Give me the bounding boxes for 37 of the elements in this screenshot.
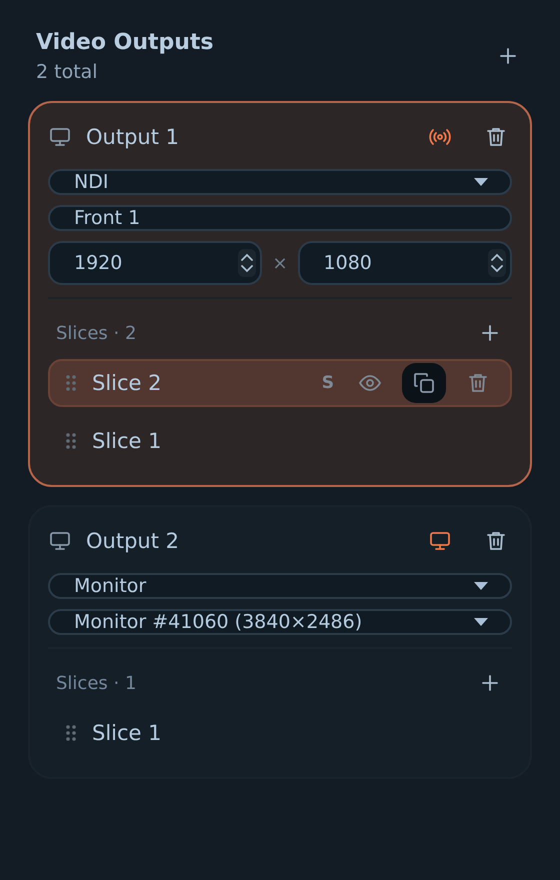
slice-row[interactable]: Slice 1 [48,417,512,465]
monitor-icon [48,529,72,553]
duplicate-button[interactable] [402,363,446,403]
drag-handle-icon[interactable] [66,432,76,450]
dropdown-field[interactable]: NDI [48,169,512,195]
caret-icon [474,582,488,590]
output-card[interactable]: Output 1 NDI Front 1 1920 × 1080 Slices · 2 Slice 2 S Slice 1 [28,101,532,487]
dropdown-field[interactable]: Monitor #41060 (3840×2486) [48,609,512,635]
slice-row[interactable]: Slice 1 [48,709,512,757]
slices-label: Slices · 2 [56,322,136,344]
drag-handle-icon[interactable] [66,374,76,392]
slices-label: Slices · 1 [56,672,136,694]
output-name: Output 1 [86,125,180,149]
output-card[interactable]: Output 2 Monitor Monitor #41060 (3840×2486) Slices · 1 Slice 1 [28,505,532,779]
times-sign: × [272,252,288,274]
stepper-icon[interactable] [488,249,506,277]
monitor-icon [428,529,452,553]
output-count: 2 total [36,61,99,83]
drag-handle-icon[interactable] [66,724,76,742]
caret-icon [474,178,488,186]
trash-icon [484,529,508,553]
slice-name: Slice 1 [92,721,163,745]
height-field[interactable]: 1080 [298,241,512,285]
trash-icon [466,371,490,395]
copy-icon [412,371,436,395]
slice-name: Slice 2 [92,371,163,395]
stepper-icon[interactable] [238,249,256,277]
name-field[interactable]: Front 1 [48,205,512,231]
trash-icon [484,125,508,149]
dropdown-field[interactable]: Monitor [48,573,512,599]
output-name: Output 2 [86,529,180,553]
slice-row[interactable]: Slice 2 S [48,359,512,407]
caret-icon [474,618,488,626]
monitor-icon [48,125,72,149]
panel-title: Video Outputs [36,30,214,55]
slice-name: Slice 1 [92,429,163,453]
width-field[interactable]: 1920 [48,241,262,285]
